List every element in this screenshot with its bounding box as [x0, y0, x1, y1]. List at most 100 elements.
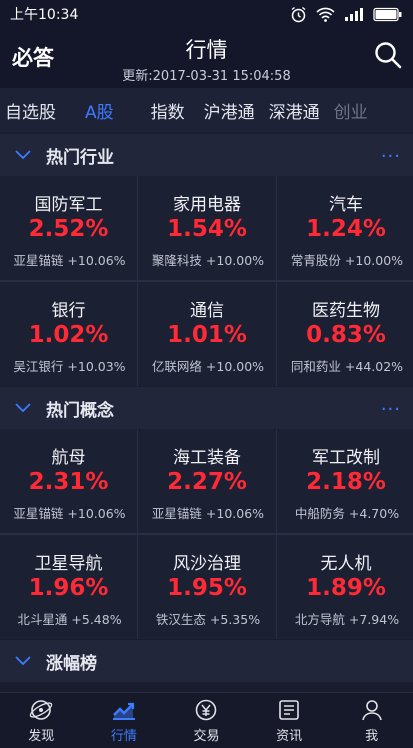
leader-name: 北方导航 — [294, 612, 345, 627]
leader-change: +10.00% — [205, 253, 265, 268]
chevron-down-icon — [15, 403, 31, 413]
leader-name: 吴江银行 — [13, 359, 64, 374]
nav-market[interactable]: 行情 — [83, 693, 166, 748]
status-time: 上午10:34 — [10, 7, 79, 23]
nav-label: 我 — [365, 728, 379, 744]
leader-name: 中船防务 — [294, 506, 345, 521]
leader-change: +44.02% — [344, 359, 404, 374]
card-name: 军工改制 — [312, 448, 380, 468]
nav-me[interactable]: 我 — [330, 693, 413, 748]
card-leader: 聚隆科技 +10.00% — [142, 250, 274, 269]
user-icon — [361, 699, 382, 720]
card-name: 国防军工 — [34, 195, 103, 215]
leader-change: +5.48% — [71, 612, 122, 627]
leader-name: 亚星锚链 — [151, 506, 202, 521]
card-change: 1.54% — [167, 216, 247, 242]
leader-name: 聚隆科技 — [151, 253, 202, 268]
more-button[interactable]: ··· — [381, 146, 401, 167]
leader-change: +10.06% — [67, 253, 126, 268]
card-name: 家用电器 — [173, 195, 241, 215]
nav-news[interactable]: 资讯 — [248, 693, 331, 748]
alarm-icon — [291, 6, 306, 22]
section-title: 热门概念 — [46, 400, 114, 421]
tab-chinext[interactable]: 创业 — [327, 98, 375, 123]
card-name: 医药生物 — [312, 301, 380, 321]
tab-shanghai-hk[interactable]: 沪港通 — [197, 98, 262, 123]
card-change: 2.27% — [167, 469, 247, 495]
section-hot-concept[interactable]: 热门概念 ··· — [0, 387, 413, 429]
leader-name: 亿联网络 — [151, 359, 202, 374]
nav-label: 发现 — [28, 728, 55, 744]
card-leader: 北方导航 +7.94% — [281, 609, 413, 628]
concept-card[interactable]: 海工装备 2.27% 亚星锚链 +10.06% — [138, 429, 276, 533]
leader-change: +10.00% — [344, 253, 404, 268]
leader-name: 铁汉生态 — [155, 612, 206, 627]
concept-card[interactable]: 航母 2.31% 亚星锚链 +10.06% — [0, 429, 137, 533]
news-icon — [279, 699, 299, 720]
card-leader: 北斗星通 +5.48% — [4, 609, 135, 628]
leader-change: +10.06% — [67, 506, 126, 521]
tab-shenzhen-hk[interactable]: 深港通 — [262, 98, 327, 123]
card-change: 2.18% — [306, 469, 386, 495]
nav-label: 行情 — [110, 728, 137, 744]
leader-change: +5.35% — [209, 612, 261, 627]
chevron-down-icon — [15, 150, 31, 160]
wifi-icon — [316, 7, 335, 22]
concept-card[interactable]: 风沙治理 1.95% 铁汉生态 +5.35% — [138, 535, 276, 639]
status-bar: 上午10:34 100 — [0, 0, 413, 28]
section-title: 热门行业 — [46, 147, 114, 168]
concept-grid: 航母 2.31% 亚星锚链 +10.06% 海工装备 2.27% 亚星锚链 +1… — [0, 429, 413, 639]
industry-card[interactable]: 国防军工 2.52% 亚星锚链 +10.06% — [0, 176, 137, 280]
section-hot-industry[interactable]: 热门行业 ··· — [0, 134, 413, 176]
status-icons: 100 — [290, 6, 403, 23]
card-name: 卫星导航 — [34, 554, 103, 574]
nav-label: 交易 — [193, 728, 220, 744]
card-leader: 中船防务 +4.70% — [281, 503, 413, 522]
tab-index[interactable]: 指数 — [144, 98, 197, 123]
leader-change: +4.70% — [348, 506, 400, 521]
card-leader: 铁汉生态 +5.35% — [142, 609, 274, 628]
signal-icon — [345, 8, 363, 21]
card-name: 风沙治理 — [173, 554, 241, 574]
industry-grid: 国防军工 2.52% 亚星锚链 +10.06% 家用电器 1.54% 聚隆科技 … — [0, 176, 413, 386]
concept-card[interactable]: 卫星导航 1.96% 北斗星通 +5.48% — [0, 535, 137, 639]
more-button[interactable]: ··· — [381, 399, 401, 420]
nav-discover[interactable]: 发现 — [0, 693, 83, 748]
tab-watchlist[interactable]: 自选股 — [0, 98, 78, 123]
section-gainers[interactable]: 涨幅榜 — [0, 640, 413, 682]
card-leader: 亚星锚链 +10.06% — [142, 503, 274, 522]
tab-a-shares[interactable]: A股 — [78, 98, 144, 123]
industry-card[interactable]: 医药生物 0.83% 同和药业 +44.02% — [277, 282, 413, 386]
leader-change: +10.00% — [205, 359, 265, 374]
card-leader: 常青股份 +10.00% — [281, 250, 413, 269]
card-change: 1.02% — [28, 322, 109, 348]
market-tabs: 自选股 A股 指数 沪港通 深港通 创业 — [0, 88, 413, 132]
concept-card[interactable]: 军工改制 2.18% 中船防务 +4.70% — [277, 429, 413, 533]
industry-card[interactable]: 通信 1.01% 亿联网络 +10.00% — [138, 282, 276, 386]
card-leader: 亿联网络 +10.00% — [142, 356, 274, 375]
chart-icon — [112, 702, 135, 720]
card-leader: 吴江银行 +10.03% — [4, 356, 135, 375]
card-change: 1.89% — [306, 575, 386, 601]
search-button[interactable] — [373, 40, 403, 70]
leader-name: 亚星锚链 — [13, 506, 64, 521]
card-leader: 亚星锚链 +10.06% — [4, 250, 135, 269]
card-leader: 亚星锚链 +10.06% — [4, 503, 135, 522]
card-change: 2.31% — [28, 469, 109, 495]
industry-card[interactable]: 家用电器 1.54% 聚隆科技 +10.00% — [138, 176, 276, 280]
update-time: 更新:2017-03-31 15:04:58 — [122, 69, 291, 84]
card-change: 1.24% — [306, 216, 386, 242]
card-name: 航母 — [51, 448, 86, 468]
trade-icon — [196, 699, 217, 720]
industry-card[interactable]: 汽车 1.24% 常青股份 +10.00% — [277, 176, 413, 280]
nav-trade[interactable]: 交易 — [165, 693, 248, 748]
leader-name: 亚星锚链 — [13, 253, 64, 268]
section-title: 涨幅榜 — [46, 653, 97, 674]
industry-card[interactable]: 银行 1.02% 吴江银行 +10.03% — [0, 282, 137, 386]
card-name: 海工装备 — [173, 448, 241, 468]
card-change: 1.95% — [167, 575, 247, 601]
leader-name: 同和药业 — [290, 359, 341, 374]
nav-label: 资讯 — [276, 728, 303, 744]
card-name: 银行 — [51, 301, 86, 321]
concept-card[interactable]: 无人机 1.89% 北方导航 +7.94% — [277, 535, 413, 639]
